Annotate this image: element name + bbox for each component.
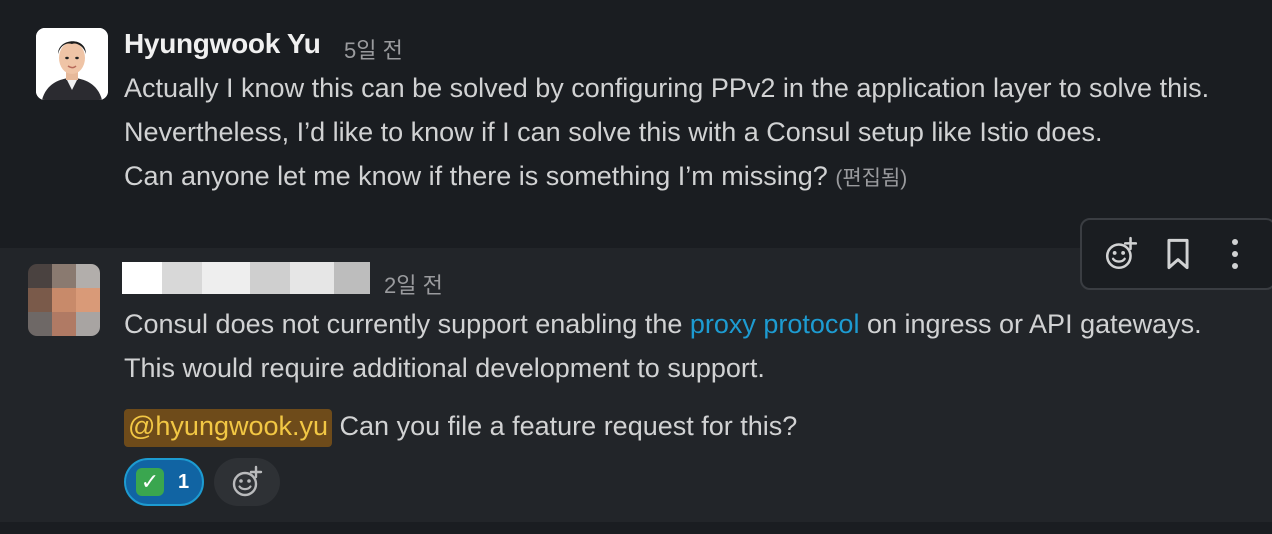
message-line: Actually I know this can be solved by co… [124,73,1210,103]
message-redacted-user: 2일 전 Consul does not currently support e… [0,248,1272,522]
avatar-redacted[interactable] [28,264,100,336]
add-reaction-icon [1105,236,1137,270]
reaction-count: 1 [178,470,190,493]
message-paragraph-2: @hyungwook.yu Can you file a feature req… [124,404,797,448]
proxy-protocol-link[interactable]: proxy protocol [690,309,860,339]
avatar[interactable] [36,28,108,100]
bookmark-button[interactable] [1152,228,1204,280]
add-reaction-button[interactable] [214,458,280,506]
avatar-photo [36,28,108,100]
add-reaction-tool-button[interactable] [1095,228,1147,280]
message-hyungwook: Hyungwook Yu 5일 전 Actually I know this c… [0,0,1272,248]
text-segment: Can you file a feature request for this? [332,411,798,441]
pixelated-avatar [28,264,100,336]
divider [0,522,1272,534]
check-mark-icon: ✓ [136,468,164,496]
user-mention[interactable]: @hyungwook.yu [124,409,333,447]
sender-name[interactable]: Hyungwook Yu [124,28,321,60]
message-actions-toolbar [1080,218,1272,290]
timestamp[interactable]: 2일 전 [384,268,443,300]
add-reaction-icon [232,465,263,497]
message-body: Actually I know this can be solved by co… [124,66,1264,201]
bookmark-icon [1167,238,1189,270]
message-paragraph: Consul does not currently support enabli… [124,302,1224,390]
edited-label: (편집됨) [835,167,908,190]
message-line-last: Can anyone let me know if there is somet… [124,154,1264,201]
message-line-text: Can anyone let me know if there is somet… [124,161,828,191]
timestamp[interactable]: 5일 전 [344,33,403,65]
more-actions-button[interactable] [1209,228,1261,280]
more-vertical-icon [1232,239,1239,269]
reaction-check[interactable]: ✓ 1 [124,458,204,506]
message-line: Nevertheless, I’d like to know if I can … [124,117,1103,147]
text-segment: Consul does not currently support enabli… [124,309,690,339]
redacted-sender-name [122,262,370,294]
